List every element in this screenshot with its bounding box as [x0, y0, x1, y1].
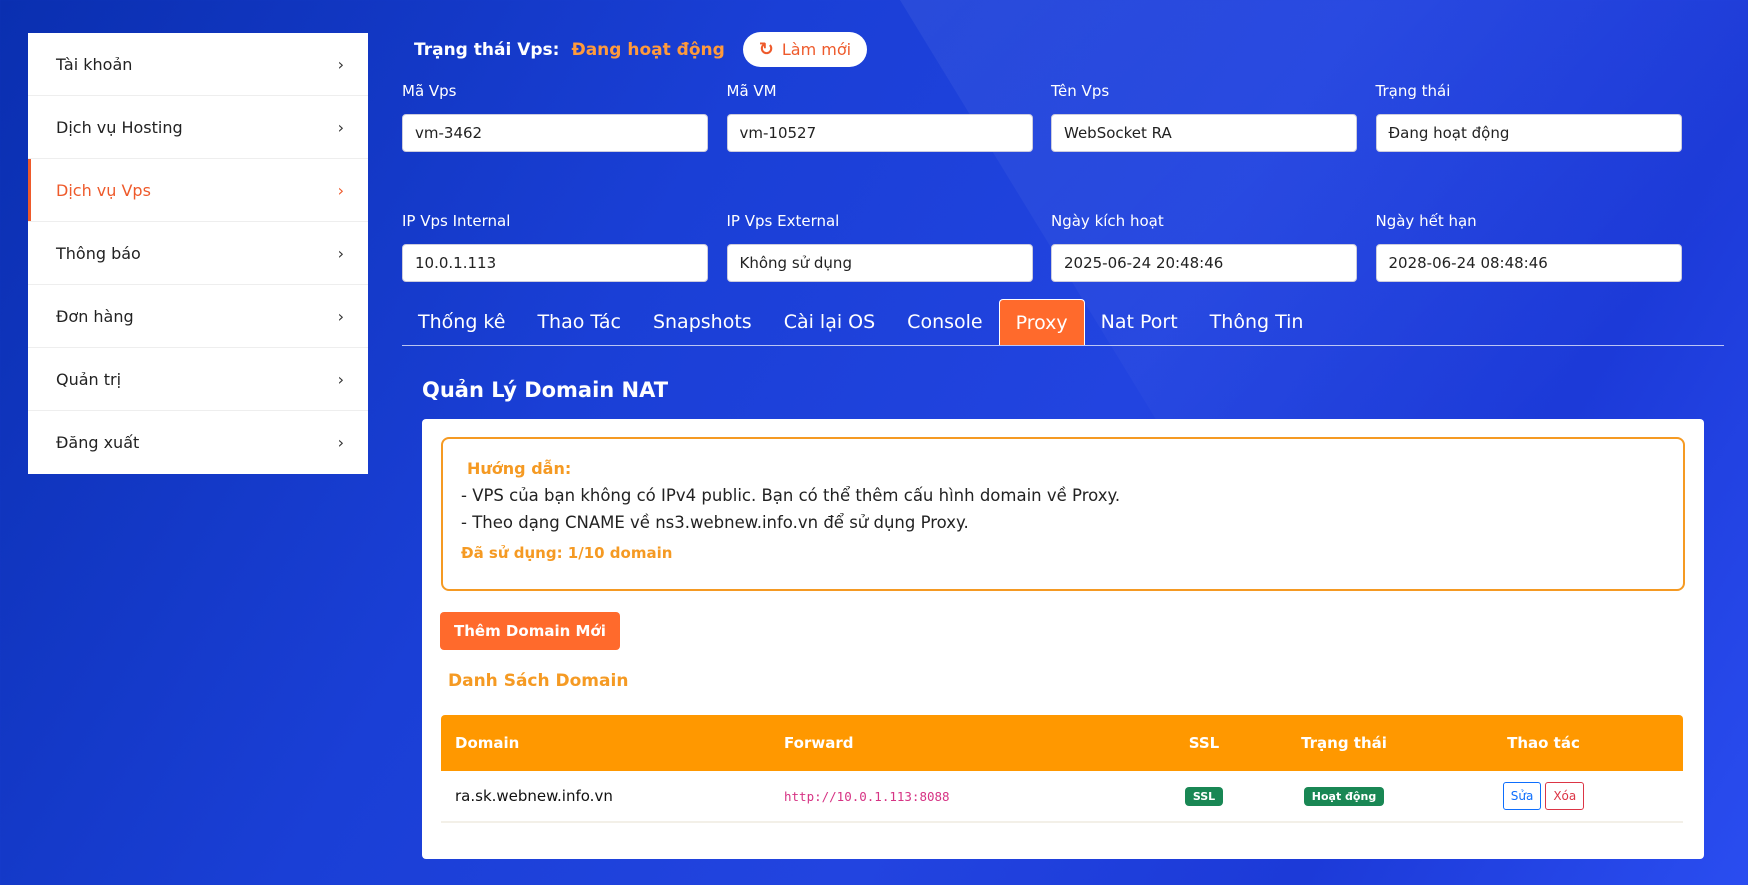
cell-domain: ra.sk.webnew.info.vn: [455, 787, 613, 805]
ma-vps-input[interactable]: vm-3462: [402, 114, 708, 152]
tab-proxy[interactable]: Proxy: [998, 299, 1085, 345]
col-header-ssl: SSL: [1188, 734, 1220, 752]
chevron-right-icon: ›: [337, 54, 344, 74]
cell-ssl: SSL: [1124, 786, 1284, 806]
ma-vm-input[interactable]: vm-10527: [726, 114, 1033, 152]
forward-url: http://10.0.1.113:8088: [784, 789, 950, 804]
ip-internal-input[interactable]: 10.0.1.113: [402, 244, 708, 282]
field-ngay-kich-hoat: Ngày kích hoạt 2025-06-24 20:48:46: [1051, 212, 1376, 282]
cell-status: Hoạt động: [1284, 786, 1404, 806]
field-ip-external: IP Vps External Không sử dụng: [726, 212, 1052, 282]
domain-nat-card: Hướng dẫn: - VPS của bạn không có IPv4 p…: [422, 419, 1704, 859]
sidebar-item-label: Dịch vụ Vps: [56, 180, 151, 200]
field-trang-thai: Trạng thái Đang hoạt động: [1375, 82, 1701, 152]
cell-action: Sửa Xóa: [1404, 782, 1683, 810]
sidebar: Tài khoản › Dịch vụ Hosting › Dịch vụ Vp…: [28, 33, 368, 474]
sidebar-item-hosting[interactable]: Dịch vụ Hosting ›: [28, 96, 368, 159]
sidebar-item-label: Tài khoản: [56, 54, 133, 74]
sidebar-item-label: Đơn hàng: [56, 306, 134, 326]
sidebar-item-orders[interactable]: Đơn hàng ›: [28, 285, 368, 348]
col-header-domain: Domain: [455, 734, 520, 752]
sidebar-item-account[interactable]: Tài khoản ›: [28, 33, 368, 96]
field-ngay-het-han: Ngày hết hạn 2028-06-24 08:48:46: [1375, 212, 1701, 282]
tab-thong-ke[interactable]: Thống kê: [402, 299, 521, 345]
sidebar-item-notifications[interactable]: Thông báo ›: [28, 222, 368, 285]
field-ten-vps: Tên Vps WebSocket RA: [1051, 82, 1376, 152]
field-label: Mã Vps: [402, 82, 457, 100]
field-label: Ngày kích hoạt: [1051, 212, 1164, 230]
sidebar-item-label: Quản trị: [56, 369, 122, 389]
guide-title: Hướng dẫn:: [467, 459, 572, 478]
domain-usage: Đã sử dụng: 1/10 domain: [461, 544, 673, 562]
ngay-het-han-input[interactable]: 2028-06-24 08:48:46: [1375, 244, 1682, 282]
col-header-status: Trạng thái: [1301, 734, 1387, 752]
table-row: ra.sk.webnew.info.vn http://10.0.1.113:8…: [441, 771, 1683, 823]
chevron-right-icon: ›: [337, 306, 344, 326]
refresh-icon: ↻: [758, 39, 774, 60]
ten-vps-input[interactable]: WebSocket RA: [1051, 114, 1357, 152]
section-title: Quản Lý Domain NAT: [422, 378, 669, 402]
tab-thong-tin[interactable]: Thông Tin: [1194, 299, 1320, 345]
chevron-right-icon: ›: [337, 180, 344, 200]
delete-button[interactable]: Xóa: [1545, 782, 1585, 810]
status-badge: Hoạt động: [1303, 787, 1385, 806]
chevron-right-icon: ›: [337, 117, 344, 137]
field-ma-vm: Mã VM vm-10527: [726, 82, 1052, 152]
guide-box: Hướng dẫn: - VPS của bạn không có IPv4 p…: [441, 437, 1685, 591]
sidebar-item-admin[interactable]: Quản trị ›: [28, 348, 368, 411]
field-label: IP Vps External: [726, 212, 840, 230]
chevron-right-icon: ›: [337, 369, 344, 389]
vps-status-label: Trạng thái Vps:: [414, 39, 560, 60]
ip-external-input[interactable]: Không sử dụng: [726, 244, 1033, 282]
add-domain-button[interactable]: Thêm Domain Mới: [440, 612, 620, 650]
vps-tabs: Thống kê Thao Tác Snapshots Cài lại OS C…: [402, 299, 1724, 346]
sidebar-item-vps[interactable]: Dịch vụ Vps ›: [28, 159, 368, 222]
domain-list-title: Danh Sách Domain: [448, 671, 629, 691]
field-label: Tên Vps: [1051, 82, 1110, 100]
tab-snapshots[interactable]: Snapshots: [637, 299, 768, 345]
ssl-badge: SSL: [1184, 787, 1224, 806]
field-label: Ngày hết hạn: [1375, 212, 1477, 230]
field-ip-internal: IP Vps Internal 10.0.1.113: [402, 212, 727, 282]
ngay-kich-hoat-input[interactable]: 2025-06-24 20:48:46: [1051, 244, 1357, 282]
guide-line-2: - Theo dạng CNAME về ns3.webnew.info.vn …: [461, 513, 969, 532]
edit-button[interactable]: Sửa: [1502, 782, 1542, 810]
field-label: Mã VM: [726, 82, 777, 100]
tab-cai-lai-os[interactable]: Cài lại OS: [768, 299, 891, 345]
guide-line-1: - VPS của bạn không có IPv4 public. Bạn …: [461, 486, 1121, 505]
col-header-action: Thao tác: [1507, 734, 1580, 752]
chevron-right-icon: ›: [337, 433, 344, 452]
tab-console[interactable]: Console: [891, 299, 998, 345]
sidebar-item-label: Đăng xuất: [56, 433, 140, 452]
sidebar-item-label: Thông báo: [56, 243, 141, 263]
refresh-button[interactable]: ↻ Làm mới: [742, 32, 868, 67]
refresh-button-label: Làm mới: [781, 40, 852, 59]
table-header: Domain Forward SSL Trạng thái Thao tác: [441, 715, 1683, 771]
trang-thai-input[interactable]: Đang hoạt động: [1375, 114, 1682, 152]
col-header-forward: Forward: [784, 734, 854, 752]
tab-thao-tac[interactable]: Thao Tác: [521, 299, 637, 345]
vps-info-fields: Mã Vps vm-3462 Mã VM vm-10527 Tên Vps We…: [402, 82, 1700, 282]
sidebar-item-logout[interactable]: Đăng xuất ›: [28, 411, 368, 474]
chevron-right-icon: ›: [337, 243, 344, 263]
domain-table: Domain Forward SSL Trạng thái Thao tác r…: [441, 715, 1683, 823]
vps-status-value: Đang hoạt động: [571, 39, 725, 60]
field-label: IP Vps Internal: [402, 212, 511, 230]
field-ma-vps: Mã Vps vm-3462: [402, 82, 727, 152]
tab-nat-port[interactable]: Nat Port: [1085, 299, 1194, 345]
sidebar-item-label: Dịch vụ Hosting: [56, 117, 183, 137]
cell-forward: http://10.0.1.113:8088: [784, 787, 1124, 805]
field-label: Trạng thái: [1375, 82, 1451, 100]
vps-status-header: Trạng thái Vps: Đang hoạt động ↻ Làm mới: [414, 32, 868, 67]
